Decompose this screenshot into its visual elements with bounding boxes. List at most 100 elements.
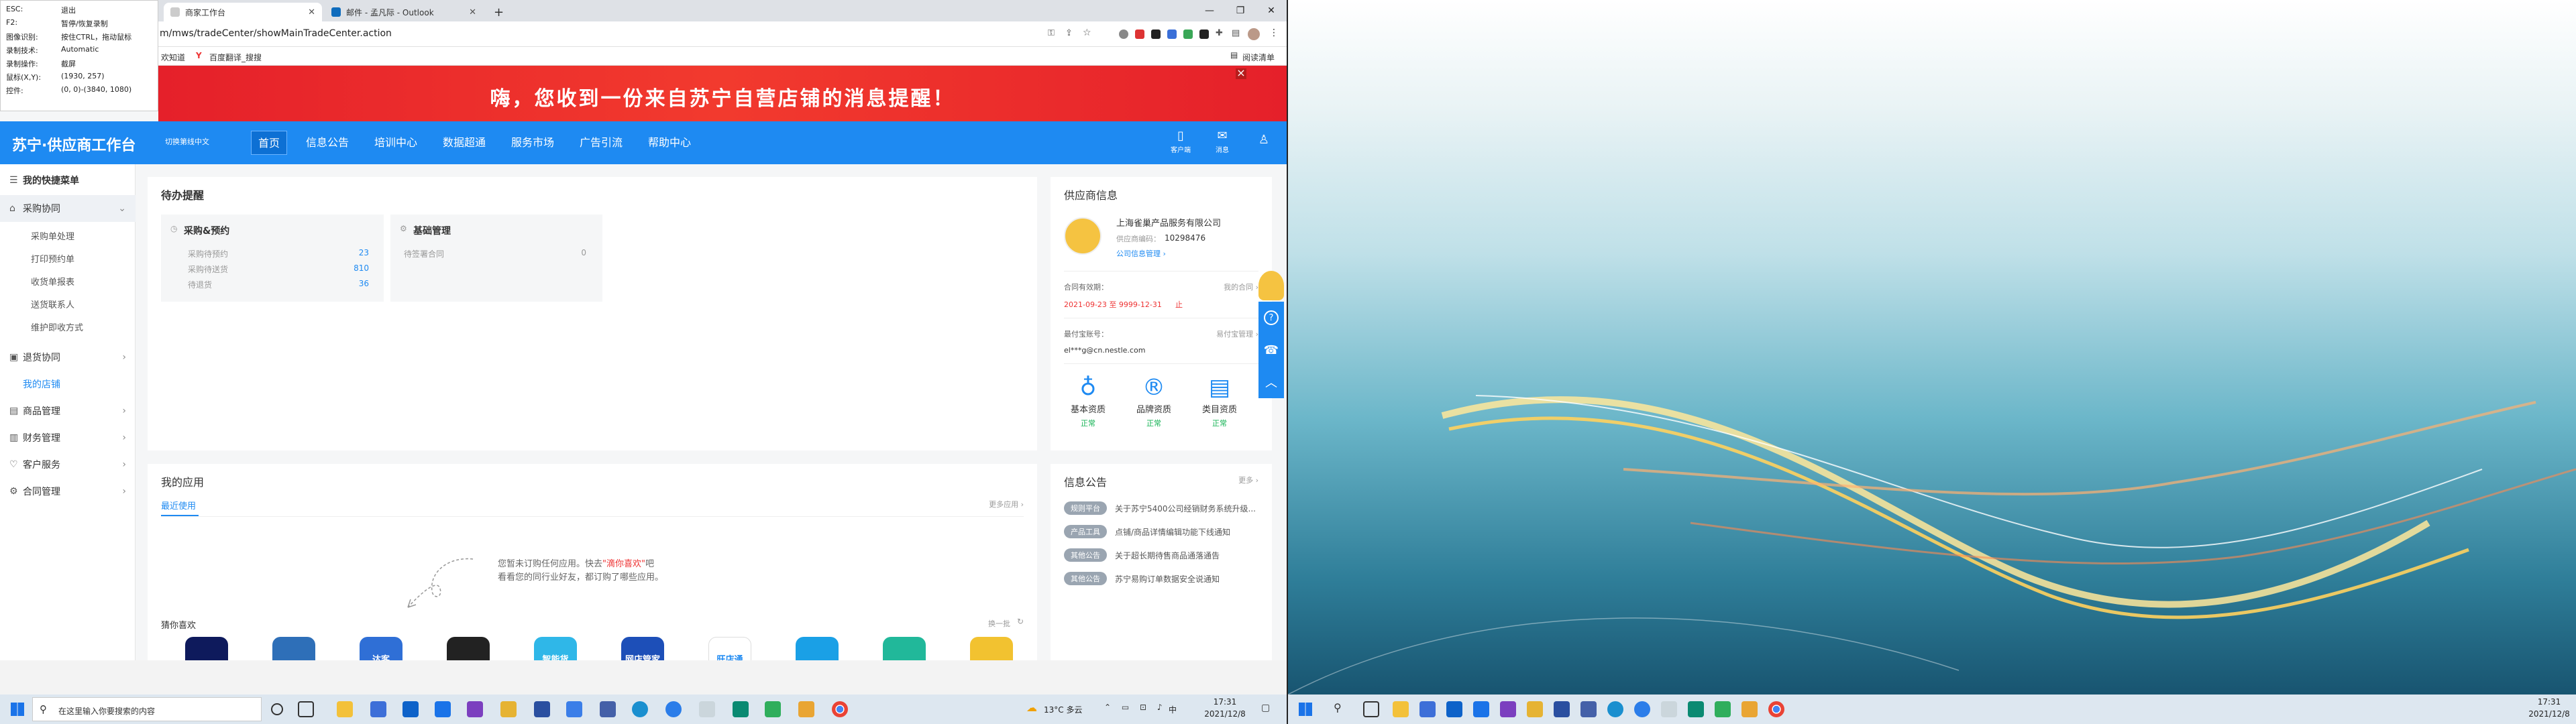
taskbar-search[interactable]: ⚲ 在这里输入你要搜索的内容: [32, 697, 262, 721]
clock-date[interactable]: 2021/12/8: [2524, 709, 2575, 719]
puzzle-icon[interactable]: ✚: [1216, 28, 1225, 38]
notice-item[interactable]: 其他公告 苏宁易购订单数据安全说通知: [1064, 570, 1220, 587]
visual-studio-icon[interactable]: [467, 701, 483, 717]
windows-start-icon[interactable]: [11, 703, 24, 716]
client-download[interactable]: ▯ 客户端: [1161, 128, 1201, 154]
row-value[interactable]: 0: [581, 248, 586, 257]
task-view-icon[interactable]: [271, 703, 283, 715]
app-icon[interactable]: [370, 701, 386, 717]
recommended-app-icon[interactable]: [447, 637, 490, 660]
sidebar-subitem[interactable]: 送货联系人: [31, 294, 74, 317]
todo-row[interactable]: 采购待送货 810: [188, 263, 369, 275]
row-value[interactable]: 810: [354, 263, 369, 273]
app-icon[interactable]: [1446, 701, 1462, 717]
recommended-app-icon[interactable]: [272, 637, 315, 660]
more-notices-link[interactable]: 更多 ›: [1238, 475, 1258, 485]
chrome-icon[interactable]: [1768, 701, 1784, 717]
cert-brand[interactable]: ® 品牌资质 正常: [1127, 374, 1181, 428]
suning-logo[interactable]: 苏宁·供应商工作台: [12, 133, 136, 155]
app-icon[interactable]: [1554, 701, 1570, 717]
sidebar-item[interactable]: ▥ 财务管理 ›: [0, 424, 136, 451]
app-icon[interactable]: [1527, 701, 1543, 717]
share-icon[interactable]: ⇪: [1065, 28, 1075, 38]
clock-time[interactable]: 17:31: [1198, 697, 1252, 707]
app-icon[interactable]: [1661, 701, 1677, 717]
app-icon[interactable]: [1634, 701, 1650, 717]
sidebar-item[interactable]: ⌂ 采购协同 ⌄: [0, 195, 136, 222]
app-icon[interactable]: [1419, 701, 1436, 717]
visual-studio-icon[interactable]: [1500, 701, 1516, 717]
todo-row[interactable]: 采购待预约 23: [188, 248, 369, 259]
todo-row[interactable]: 待签署合同 0: [404, 248, 586, 259]
notice-item[interactable]: 其他公告 关于超长期待售商品通落通告: [1064, 547, 1220, 563]
minimize-button[interactable]: —: [1194, 0, 1225, 21]
nav-item[interactable]: 首页: [251, 131, 288, 155]
app-icon[interactable]: [1715, 701, 1731, 717]
row-value[interactable]: 23: [359, 248, 369, 257]
app-icon[interactable]: [1580, 701, 1597, 717]
message-banner[interactable]: 嗨，您收到一份来自苏宁自营店铺的消息提醒！ ×: [158, 66, 1287, 121]
notice-item[interactable]: 产品工具 点铺/商品详情编辑功能下线通知: [1064, 524, 1230, 540]
sidebar-item[interactable]: ♡ 客户服务 ›: [0, 451, 136, 478]
browser-tab[interactable]: 邮件 - 孟凡际 - Outlook ✕: [325, 3, 483, 21]
recommended-app-icon[interactable]: 网店管家: [621, 637, 664, 660]
extension-icon[interactable]: [1135, 29, 1144, 39]
app-icon[interactable]: [435, 701, 451, 717]
mascot-icon[interactable]: [1258, 271, 1284, 300]
nav-item[interactable]: 培训中心: [368, 131, 424, 155]
extension-icon[interactable]: [1119, 29, 1128, 39]
payee-link[interactable]: 易付宝管理 ›: [1216, 328, 1258, 339]
extension-icon[interactable]: [1167, 29, 1177, 39]
search-icon[interactable]: ⚲: [1334, 701, 1342, 714]
edge-icon[interactable]: [1607, 701, 1623, 717]
help-button[interactable]: ?: [1258, 302, 1284, 334]
app-icon[interactable]: [699, 701, 715, 717]
sidebar-subitem[interactable]: 打印预约单: [31, 249, 74, 272]
messages-link[interactable]: ✉ 消息: [1202, 128, 1242, 154]
back-to-top-button[interactable]: ︿: [1258, 366, 1284, 398]
banner-close-button[interactable]: ×: [1236, 68, 1246, 79]
app-icon[interactable]: [500, 701, 517, 717]
app-icon[interactable]: [1741, 701, 1758, 717]
refresh-icon[interactable]: ↻: [1017, 617, 1024, 626]
app-icon[interactable]: [665, 701, 682, 717]
recommended-app-icon[interactable]: 达客: [360, 637, 402, 660]
nav-item[interactable]: 服务市场: [504, 131, 561, 155]
recommended-app-icon[interactable]: [185, 637, 228, 660]
todo-row[interactable]: 待退货 36: [188, 279, 369, 290]
star-icon[interactable]: ☆: [1083, 27, 1092, 38]
row-value[interactable]: 36: [359, 279, 369, 288]
windows-start-icon[interactable]: [1299, 703, 1312, 716]
tab-recent[interactable]: 最近使用: [161, 499, 196, 511]
extension-icon[interactable]: [1183, 29, 1193, 39]
language-switch[interactable]: 切换第线中文: [165, 136, 209, 147]
notification-icon[interactable]: ▢: [1261, 703, 1270, 713]
app-icon[interactable]: [1473, 701, 1489, 717]
app-icon[interactable]: [733, 701, 749, 717]
recommended-app-icon[interactable]: [796, 637, 839, 660]
bookmark-item[interactable]: 欢知道: [161, 52, 185, 63]
new-tab-button[interactable]: +: [487, 3, 507, 21]
app-icon[interactable]: [765, 701, 781, 717]
refresh-button[interactable]: 换一批: [988, 618, 1010, 629]
app-icon[interactable]: [798, 701, 814, 717]
url-field[interactable]: m/mws/tradeCenter/showMainTradeCenter.ac…: [160, 28, 392, 39]
company-manage-link[interactable]: 公司信息管理 ›: [1116, 248, 1166, 259]
reading-list-button[interactable]: 阅读清单: [1242, 52, 1275, 63]
recommended-app-icon[interactable]: [883, 637, 926, 660]
restore-button[interactable]: ❐: [1225, 0, 1256, 21]
quick-menu-header[interactable]: ☰ 我的快捷菜单: [0, 168, 136, 192]
chrome-icon[interactable]: [832, 701, 848, 717]
nav-item[interactable]: 帮助中心: [641, 131, 698, 155]
user-menu[interactable]: ♙: [1244, 132, 1284, 148]
extension-icon[interactable]: [1151, 29, 1161, 39]
extension-icon[interactable]: [1199, 29, 1209, 39]
weather-text[interactable]: 13°C 多云: [1044, 704, 1082, 715]
app-icon[interactable]: [1688, 701, 1704, 717]
sidebar-subitem[interactable]: 维护即收方式: [31, 317, 83, 340]
nav-item[interactable]: 信息公告: [299, 131, 356, 155]
app-icon[interactable]: [566, 701, 582, 717]
avatar[interactable]: [1248, 28, 1260, 40]
app-icon[interactable]: [600, 701, 616, 717]
notice-item[interactable]: 规则平台 关于苏宁5400公司经销财务系统升级...: [1064, 500, 1256, 516]
